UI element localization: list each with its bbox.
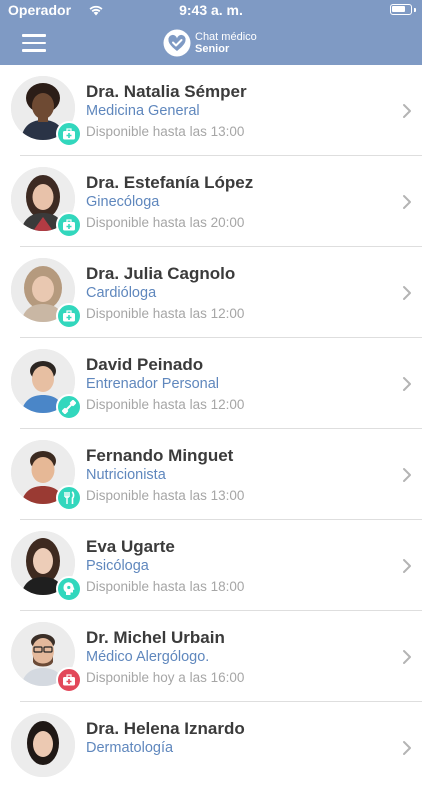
header-bar: Chat médico Senior: [0, 22, 422, 65]
medical-bag-icon: [63, 219, 75, 231]
chevron-right-icon: [403, 650, 411, 664]
medical-bag-icon: [63, 310, 75, 322]
status-bar: Operador 9:43 a. m.: [0, 0, 422, 22]
doctor-row[interactable]: Dra. Natalia Sémper Medicina General Dis…: [0, 65, 422, 156]
doctor-specialty: Médico Alergólogo.: [86, 649, 210, 665]
doctor-name: Dra. Helena Iznardo: [86, 719, 245, 738]
medical-bag-icon: [63, 128, 75, 140]
doctor-availability: Disponible hasta las 13:00: [86, 124, 245, 139]
hamburger-line-icon: [22, 49, 46, 52]
battery-tip-icon: [414, 8, 416, 12]
battery-icon: [390, 4, 412, 15]
doctor-row[interactable]: Dra. Estefanía López Ginecóloga Disponib…: [0, 156, 422, 247]
chevron-right-icon: [403, 377, 411, 391]
doctor-row[interactable]: Fernando Minguet Nutricionista Disponibl…: [0, 429, 422, 520]
chevron-right-icon: [403, 559, 411, 573]
heart-check-icon: [163, 29, 191, 57]
medical-bag-icon: [63, 674, 75, 686]
cutlery-icon: [64, 491, 75, 504]
app-name-line2: Senior: [195, 43, 230, 55]
specialty-badge: [56, 576, 82, 602]
doctor-availability: Disponible hasta las 13:00: [86, 488, 245, 503]
specialty-badge: [56, 212, 82, 238]
doctor-list: Dra. Natalia Sémper Medicina General Dis…: [0, 65, 422, 793]
doctor-specialty: Entrenador Personal: [86, 376, 219, 392]
hamburger-line-icon: [22, 34, 46, 37]
chevron-right-icon: [403, 195, 411, 209]
doctor-availability: Disponible hasta las 20:00: [86, 215, 245, 230]
specialty-badge: [56, 485, 82, 511]
doctor-name: Fernando Minguet: [86, 446, 234, 465]
specialty-badge: [56, 394, 82, 420]
hamburger-line-icon: [22, 41, 46, 44]
doctor-availability: Disponible hasta las 12:00: [86, 397, 245, 412]
chevron-right-icon: [403, 104, 411, 118]
specialty-badge: [56, 303, 82, 329]
doctor-specialty: Dermatología: [86, 740, 174, 756]
doctor-name: Dra. Julia Cagnolo: [86, 264, 236, 283]
app-name-line1: Chat médico: [195, 31, 257, 43]
doctor-name: Dra. Natalia Sémper: [86, 82, 247, 101]
doctor-row[interactable]: David Peinado Entrenador Personal Dispon…: [0, 338, 422, 429]
chevron-right-icon: [403, 286, 411, 300]
doctor-specialty: Cardióloga: [86, 285, 157, 301]
doctor-specialty: Psicóloga: [86, 558, 149, 574]
doctor-row[interactable]: Dr. Michel Urbain Médico Alergólogo. Dis…: [0, 611, 422, 702]
doctor-name: Dr. Michel Urbain: [86, 628, 225, 647]
doctor-specialty: Ginecóloga: [86, 194, 160, 210]
doctor-name: Eva Ugarte: [86, 537, 175, 556]
head-icon: [63, 582, 75, 595]
menu-button[interactable]: [22, 34, 46, 54]
doctor-row[interactable]: Eva Ugarte Psicóloga Disponible hasta la…: [0, 520, 422, 611]
doctor-specialty: Nutricionista: [86, 467, 166, 483]
doctor-availability: Disponible hoy a las 16:00: [86, 670, 245, 685]
specialty-badge: [56, 121, 82, 147]
doctor-name: Dra. Estefanía López: [86, 173, 254, 192]
doctor-row[interactable]: Dra. Helena Iznardo Dermatología: [0, 702, 422, 793]
doctor-name: David Peinado: [86, 355, 204, 374]
doctor-specialty: Medicina General: [86, 103, 200, 119]
doctor-availability: Disponible hasta las 18:00: [86, 579, 245, 594]
doctor-availability: Disponible hasta las 12:00: [86, 306, 245, 321]
dumbbell-icon: [62, 400, 76, 414]
doctor-row[interactable]: Dra. Julia Cagnolo Cardióloga Disponible…: [0, 247, 422, 338]
avatar: [11, 713, 75, 777]
specialty-badge: [56, 667, 82, 693]
chevron-right-icon: [403, 468, 411, 482]
chevron-right-icon: [403, 741, 411, 755]
clock-label: 9:43 a. m.: [179, 2, 243, 18]
